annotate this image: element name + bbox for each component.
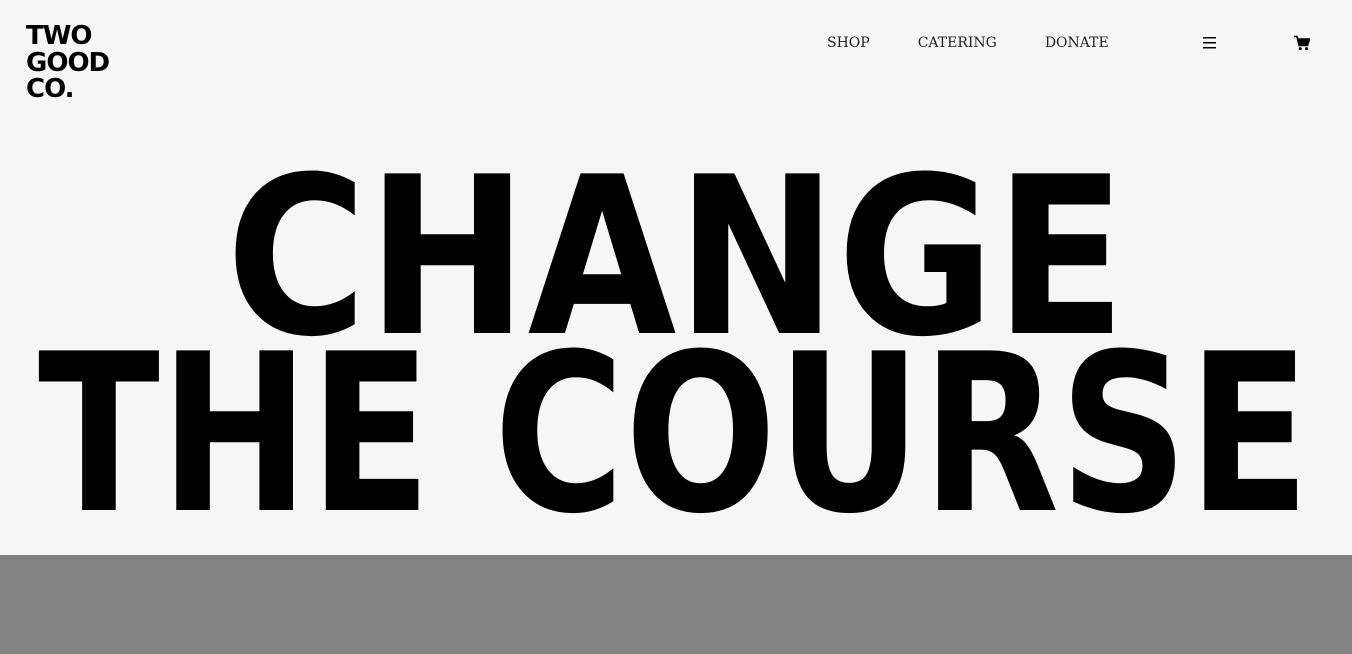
hero-image-band [0,555,1352,654]
hero-line-2: THE COURSE [38,307,1310,554]
hero-headline: CHANGE THE COURSE [38,130,1310,554]
hero-section: CHANGE THE COURSE [0,0,1352,554]
